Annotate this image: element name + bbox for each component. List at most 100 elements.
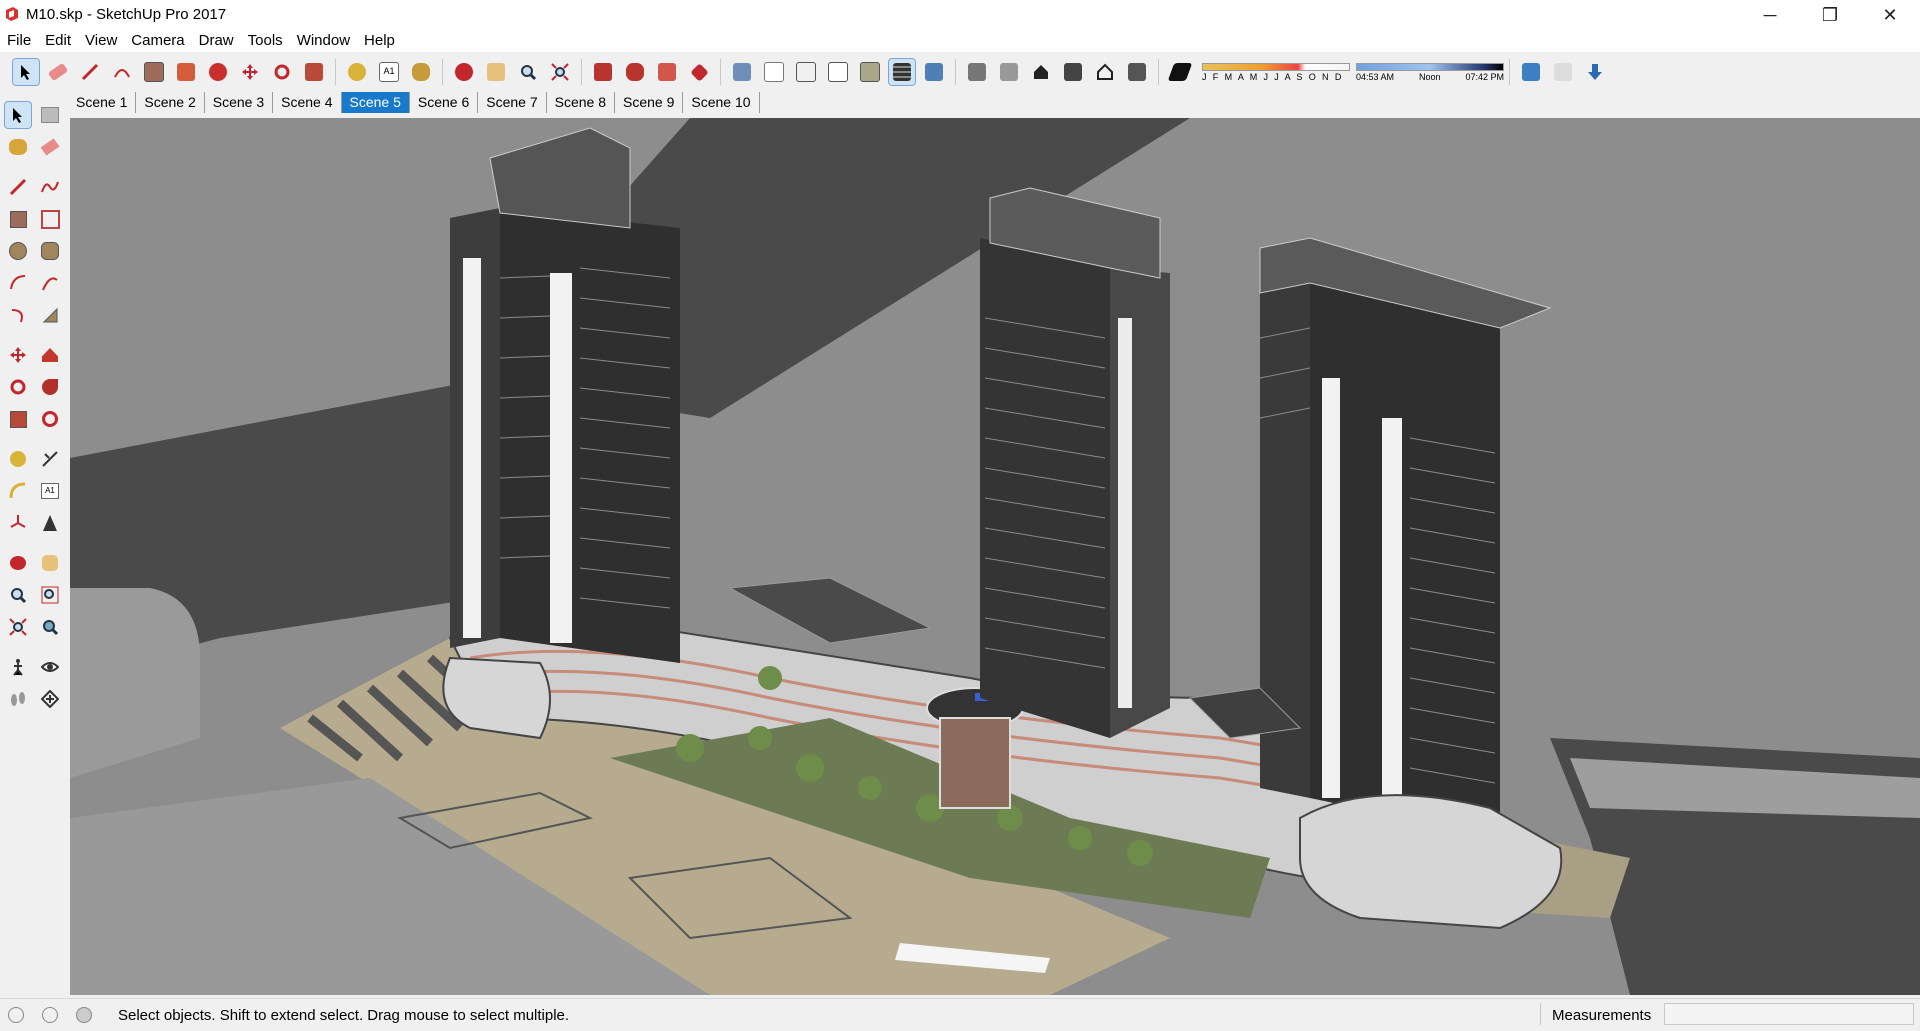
rotate-tool[interactable]: [5, 374, 31, 400]
zoom-window-tool[interactable]: [37, 582, 63, 608]
date-slider[interactable]: [1202, 62, 1350, 71]
previous-view-tool[interactable]: [37, 614, 63, 640]
wireframe-button[interactable]: [793, 59, 819, 85]
menu-tools[interactable]: Tools: [241, 30, 290, 52]
scale-tool[interactable]: [5, 406, 31, 432]
scene-tab-8[interactable]: Scene 8: [547, 92, 615, 113]
time-slider[interactable]: [1356, 62, 1504, 71]
menu-draw[interactable]: Draw: [192, 30, 241, 52]
shaded-button[interactable]: [857, 59, 883, 85]
maximize-button[interactable]: ❐: [1800, 0, 1860, 30]
rotated-rectangle-tool[interactable]: [37, 206, 63, 232]
menu-view[interactable]: View: [78, 30, 124, 52]
arc-tool-button[interactable]: [109, 59, 135, 85]
iso-view-button[interactable]: [964, 59, 990, 85]
front-view-button[interactable]: [1028, 59, 1054, 85]
text-tool[interactable]: A1: [37, 478, 63, 504]
three-point-arc-tool[interactable]: [5, 302, 31, 328]
back-edges-button[interactable]: [761, 59, 787, 85]
layout-button[interactable]: [654, 59, 680, 85]
scene-tab-4[interactable]: Scene 4: [273, 92, 342, 113]
eraser-tool-button[interactable]: [45, 59, 71, 85]
warehouse-button[interactable]: [590, 59, 616, 85]
tape-measure-tool-button[interactable]: [344, 59, 370, 85]
select-tool[interactable]: [4, 101, 32, 129]
add-location-button[interactable]: [1518, 59, 1544, 85]
back-view-button[interactable]: [1092, 59, 1118, 85]
user-account-icon[interactable]: [76, 1007, 92, 1023]
scene-tab-1[interactable]: Scene 1: [68, 92, 137, 113]
minimize-button[interactable]: ─: [1740, 0, 1800, 30]
zoom-extents-tool-button[interactable]: [547, 59, 573, 85]
top-view-button[interactable]: [996, 59, 1022, 85]
two-point-arc-tool[interactable]: [37, 270, 63, 296]
xray-button[interactable]: [729, 59, 755, 85]
line-tool-button[interactable]: [77, 59, 103, 85]
freehand-tool[interactable]: [37, 174, 63, 200]
push-pull-tool[interactable]: [37, 342, 63, 368]
close-button[interactable]: ✕: [1860, 0, 1920, 30]
position-camera-tool[interactable]: [5, 654, 31, 680]
scene-tab-9[interactable]: Scene 9: [615, 92, 684, 113]
arc-tool[interactable]: [5, 270, 31, 296]
measurements-input[interactable]: [1664, 1003, 1914, 1025]
hidden-line-button[interactable]: [825, 59, 851, 85]
paint-bucket-tool-button[interactable]: [408, 59, 434, 85]
pan-tool-button[interactable]: [483, 59, 509, 85]
scale-tool-button[interactable]: [301, 59, 327, 85]
offset-tool-button[interactable]: [205, 59, 231, 85]
rectangle-tool[interactable]: [5, 206, 31, 232]
menu-help[interactable]: Help: [357, 30, 402, 52]
scene-tab-7[interactable]: Scene 7: [478, 92, 547, 113]
paint-bucket-tool[interactable]: [5, 134, 31, 160]
move-tool-button[interactable]: [237, 59, 263, 85]
offset-tool[interactable]: [37, 406, 63, 432]
push-pull-tool-button[interactable]: [173, 59, 199, 85]
monochrome-button[interactable]: [921, 59, 947, 85]
menu-edit[interactable]: Edit: [38, 30, 78, 52]
scene-tab-6[interactable]: Scene 6: [410, 92, 479, 113]
polygon-tool[interactable]: [37, 238, 63, 264]
components-button[interactable]: [622, 59, 648, 85]
rotate-tool-button[interactable]: [269, 59, 295, 85]
right-view-button[interactable]: [1060, 59, 1086, 85]
menu-window[interactable]: Window: [290, 30, 357, 52]
orbit-tool[interactable]: [5, 550, 31, 576]
pan-tool[interactable]: [37, 550, 63, 576]
toggle-terrain-button[interactable]: [1550, 59, 1576, 85]
zoom-tool[interactable]: [5, 582, 31, 608]
follow-me-tool[interactable]: [37, 374, 63, 400]
menu-camera[interactable]: Camera: [124, 30, 191, 52]
left-view-button[interactable]: [1124, 59, 1150, 85]
look-around-tool[interactable]: [37, 654, 63, 680]
line-tool[interactable]: [5, 174, 31, 200]
dimension-tool[interactable]: [37, 446, 63, 472]
scene-tab-10[interactable]: Scene 10: [683, 92, 760, 113]
shaded-with-textures-button[interactable]: [888, 58, 916, 86]
make-component-tool[interactable]: [37, 102, 63, 128]
move-tool[interactable]: [5, 342, 31, 368]
sandbox-button[interactable]: [1582, 59, 1608, 85]
walk-tool[interactable]: [5, 686, 31, 712]
pie-tool[interactable]: [37, 302, 63, 328]
protractor-tool[interactable]: [5, 478, 31, 504]
section-plane-tool[interactable]: [37, 686, 63, 712]
axes-tool[interactable]: [5, 510, 31, 536]
zoom-tool-button[interactable]: [515, 59, 541, 85]
zoom-extents-tool[interactable]: [5, 614, 31, 640]
shadows-toggle-button[interactable]: [1167, 59, 1193, 85]
extension-warehouse-button[interactable]: [686, 59, 712, 85]
scene-tab-3[interactable]: Scene 3: [205, 92, 274, 113]
geolocation-icon[interactable]: [8, 1007, 24, 1023]
tape-measure-tool[interactable]: [5, 446, 31, 472]
model-viewport[interactable]: [70, 118, 1920, 995]
scene-tab-5[interactable]: Scene 5: [341, 92, 410, 113]
select-tool-button[interactable]: [12, 58, 40, 86]
eraser-tool[interactable]: [37, 134, 63, 160]
scene-tab-2[interactable]: Scene 2: [136, 92, 205, 113]
circle-tool[interactable]: [5, 238, 31, 264]
text-tool-button[interactable]: A1: [376, 59, 402, 85]
credits-icon[interactable]: [42, 1007, 58, 1023]
menu-file[interactable]: File: [0, 30, 38, 52]
rectangle-tool-button[interactable]: [141, 59, 167, 85]
